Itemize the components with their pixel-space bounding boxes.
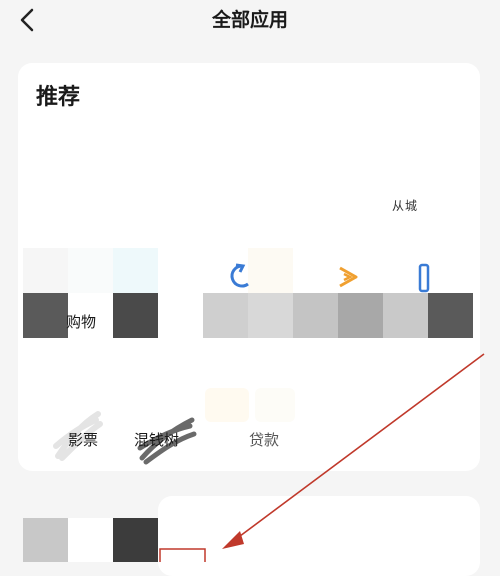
annotation-arrow-icon <box>159 353 485 562</box>
